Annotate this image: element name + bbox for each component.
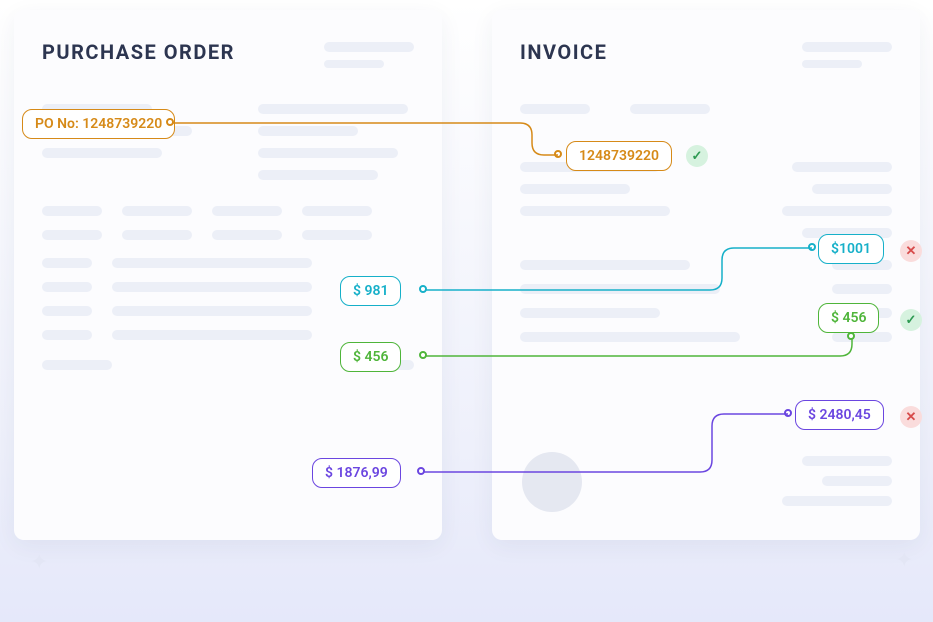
amount-981-pill: $ 981 (340, 276, 401, 306)
sparkle-icon: ✦ (895, 548, 913, 573)
check-icon: ✓ (900, 309, 922, 331)
check-icon: ✓ (686, 145, 708, 167)
cross-icon: ✕ (900, 240, 922, 262)
amount-1001-pill: $1001 (818, 234, 884, 264)
signature-placeholder (522, 452, 582, 512)
invoice-card: INVOICE (492, 10, 920, 540)
po-number-pill-right: 1248739220 (566, 141, 672, 171)
total-pill-left: $ 1876,99 (312, 458, 401, 488)
sparkle-icon: ✦ (30, 550, 48, 575)
amount-456-pill-left: $ 456 (340, 342, 401, 372)
cross-icon: ✕ (900, 406, 922, 428)
po-number-pill-left: PO No: 1248739220 (22, 109, 175, 139)
total-pill-right: $ 2480,45 (795, 400, 884, 430)
amount-456-pill-right: $ 456 (818, 303, 879, 333)
diagram-canvas: PURCHASE ORDER (0, 0, 933, 622)
